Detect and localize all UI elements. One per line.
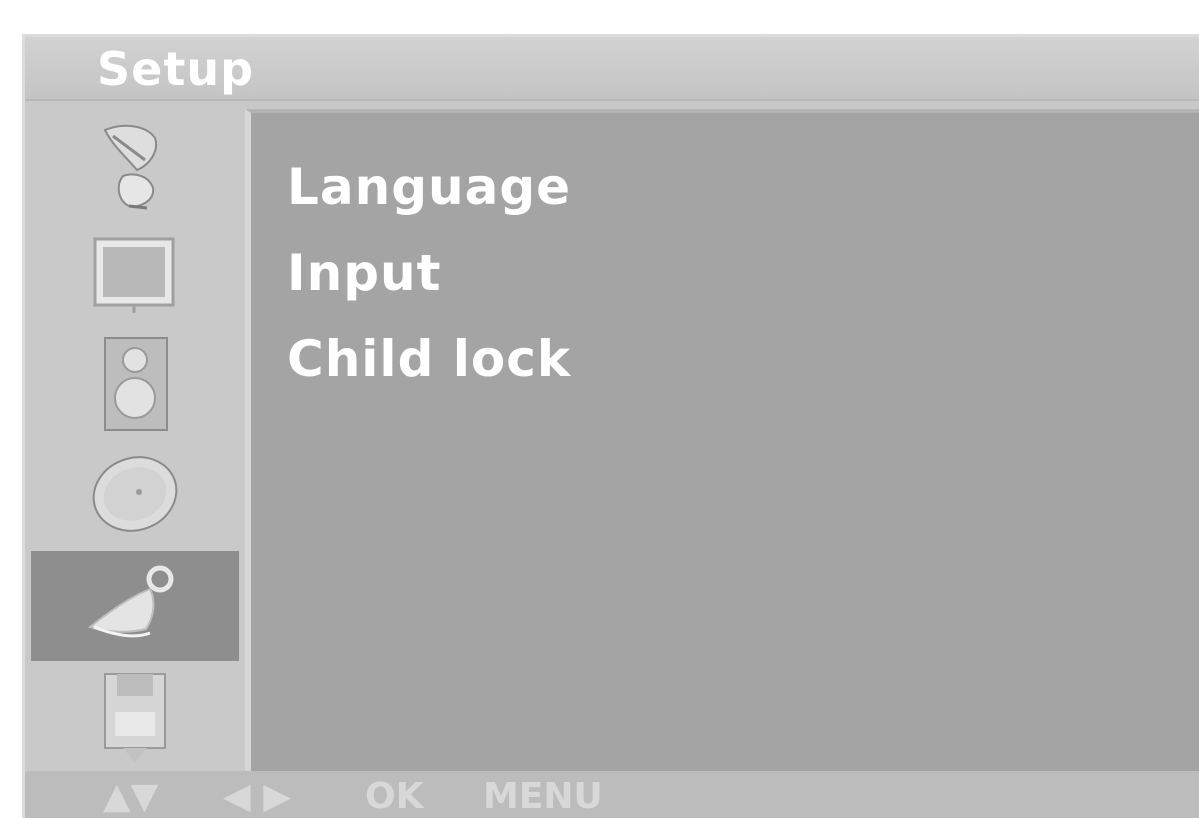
sidebar-item-setup[interactable] <box>31 551 239 661</box>
left-right-arrows-hint: ◀ ▶ <box>223 776 291 817</box>
menu-item-language[interactable]: Language <box>287 157 571 217</box>
setup-menu-panel: Setup Language Input Child lock ▲▼ ◀ ▶ O… <box>22 34 1199 818</box>
up-down-arrows-hint: ▲▼ <box>103 776 159 817</box>
sidebar-item-station[interactable] <box>31 109 239 219</box>
sidebar-item-picture[interactable] <box>31 219 239 329</box>
disk-icon <box>104 673 166 762</box>
menu-title: Setup <box>97 42 254 96</box>
ok-hint: OK <box>365 776 424 817</box>
setup-submenu: Language Input Child lock <box>245 109 1199 771</box>
speaker-icon <box>104 337 168 431</box>
sidebar-item-option[interactable] <box>31 661 239 771</box>
tv-picture-icon <box>93 237 175 313</box>
category-sidebar <box>25 101 245 771</box>
satellite-dish-icon <box>103 124 157 210</box>
sidebar-item-time[interactable] <box>31 439 239 549</box>
menu-item-input[interactable]: Input <box>287 243 442 303</box>
title-bar: Setup <box>25 37 1199 101</box>
setup-wrench-icon <box>87 565 174 638</box>
menu-hint: MENU <box>483 776 603 817</box>
clock-icon <box>92 456 178 532</box>
sidebar-item-sound[interactable] <box>31 329 239 439</box>
navigation-hint-bar: ▲▼ ◀ ▶ OK MENU <box>25 771 1199 818</box>
menu-item-child-lock[interactable]: Child lock <box>287 329 571 389</box>
